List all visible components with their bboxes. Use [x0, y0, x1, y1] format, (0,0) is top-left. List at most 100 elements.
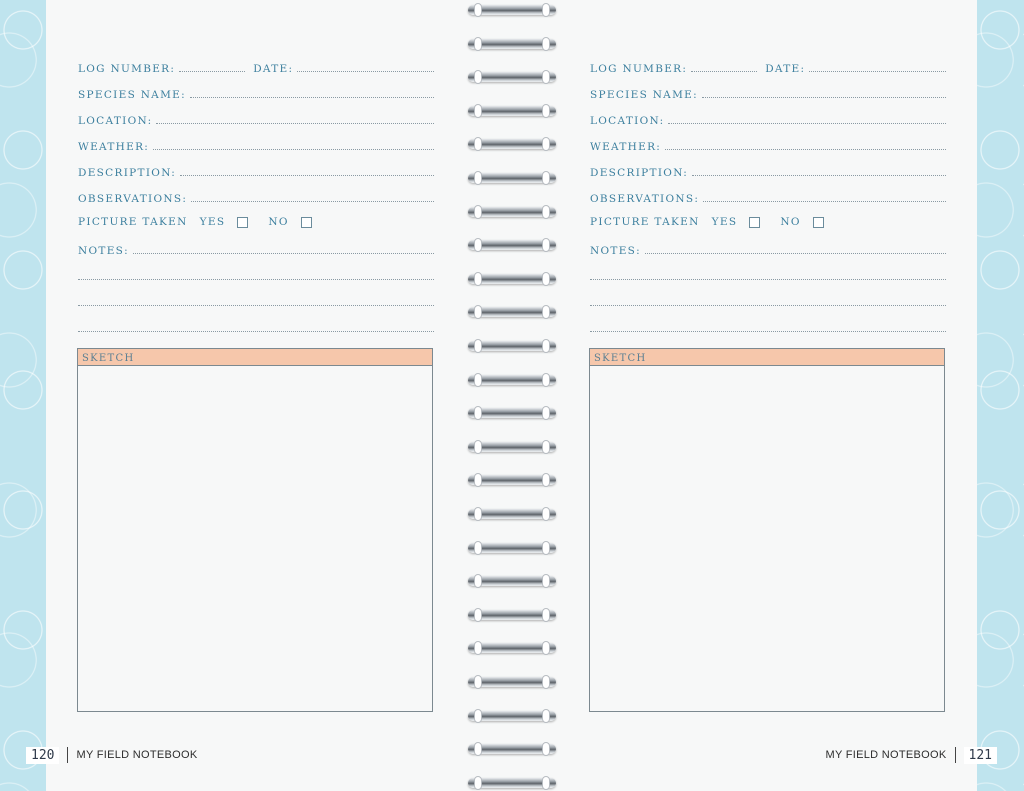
species-name-label: SPECIES NAME:	[590, 88, 698, 101]
sketch-header: SKETCH	[78, 349, 432, 366]
log-number-date-row: LOG NUMBER: DATE:	[78, 58, 434, 74]
yes-label: YES	[199, 215, 226, 228]
spiral-coil	[468, 338, 556, 354]
observations-label: OBSERVATIONS:	[590, 192, 700, 205]
observations-row: OBSERVATIONS:	[590, 188, 946, 204]
spiral-coil	[468, 405, 556, 421]
date-field[interactable]	[809, 71, 946, 72]
notes-line[interactable]	[590, 279, 946, 280]
sketch-box[interactable]: SKETCH	[589, 348, 945, 712]
spiral-coil	[468, 237, 556, 253]
page-number: 120	[26, 746, 60, 764]
notes-line[interactable]	[590, 305, 946, 306]
yes-label: YES	[711, 215, 738, 228]
notes-line[interactable]	[78, 305, 434, 306]
notes-row: NOTES:	[590, 240, 946, 256]
spiral-binding	[468, 0, 556, 791]
notes-field[interactable]	[133, 253, 434, 254]
spiral-coil	[468, 204, 556, 220]
sketch-header: SKETCH	[590, 349, 944, 366]
description-field[interactable]	[180, 175, 434, 176]
spiral-coil	[468, 103, 556, 119]
weather-field[interactable]	[153, 149, 434, 150]
footer-title: MY FIELD NOTEBOOK	[825, 749, 947, 761]
description-label: DESCRIPTION:	[590, 166, 689, 179]
sketch-box[interactable]: SKETCH	[77, 348, 433, 712]
footer-divider	[954, 747, 956, 763]
description-field[interactable]	[692, 175, 946, 176]
weather-row: WEATHER:	[590, 136, 946, 152]
notes-line[interactable]	[78, 331, 434, 332]
weather-field[interactable]	[665, 149, 946, 150]
page-footer: 120 MY FIELD NOTEBOOK	[26, 744, 198, 766]
spiral-coil	[468, 607, 556, 623]
no-label: NO	[780, 215, 801, 228]
yes-checkbox[interactable]	[237, 216, 249, 228]
log-number-date-row: LOG NUMBER: DATE:	[590, 58, 946, 74]
no-label: NO	[268, 215, 289, 228]
location-row: LOCATION:	[590, 110, 946, 126]
spiral-coil	[468, 775, 556, 791]
spiral-coil	[468, 741, 556, 757]
log-number-label: LOG NUMBER:	[78, 62, 176, 75]
notes-row: NOTES:	[78, 240, 434, 256]
weather-label: WEATHER:	[590, 140, 662, 153]
picture-taken-label: PICTURE TAKEN	[78, 215, 188, 228]
left-decorative-border	[0, 0, 46, 791]
observations-field[interactable]	[191, 201, 434, 202]
sketch-label: SKETCH	[82, 353, 135, 364]
spiral-coil	[468, 472, 556, 488]
picture-taken-row: PICTURE TAKEN YES NO	[590, 214, 946, 230]
log-number-field[interactable]	[691, 71, 758, 72]
species-name-field[interactable]	[189, 97, 434, 98]
date-label: DATE:	[253, 62, 294, 75]
spiral-coil	[468, 2, 556, 18]
page-footer: MY FIELD NOTEBOOK 121	[825, 744, 997, 766]
description-row: DESCRIPTION:	[590, 162, 946, 178]
spiral-coil	[468, 372, 556, 388]
yes-checkbox[interactable]	[749, 216, 761, 228]
species-name-row: SPECIES NAME:	[590, 84, 946, 100]
spiral-coil	[468, 708, 556, 724]
spiral-coil	[468, 136, 556, 152]
observations-field[interactable]	[703, 201, 946, 202]
species-name-row: SPECIES NAME:	[78, 84, 434, 100]
location-field[interactable]	[668, 123, 946, 124]
spiral-coil	[468, 170, 556, 186]
spiral-coil	[468, 271, 556, 287]
weather-row: WEATHER:	[78, 136, 434, 152]
notes-field[interactable]	[645, 253, 946, 254]
footer-divider	[67, 747, 69, 763]
location-field[interactable]	[156, 123, 434, 124]
right-page: LOG NUMBER: DATE: SPECIES NAME: LOCATION…	[556, 0, 997, 791]
sketch-label: SKETCH	[594, 353, 647, 364]
notes-line[interactable]	[590, 331, 946, 332]
observations-row: OBSERVATIONS:	[78, 188, 434, 204]
location-row: LOCATION:	[78, 110, 434, 126]
spiral-coil	[468, 439, 556, 455]
weather-label: WEATHER:	[78, 140, 150, 153]
date-label: DATE:	[765, 62, 806, 75]
no-checkbox[interactable]	[812, 216, 824, 228]
location-label: LOCATION:	[590, 114, 665, 127]
picture-taken-label: PICTURE TAKEN	[590, 215, 700, 228]
description-label: DESCRIPTION:	[78, 166, 177, 179]
notes-line[interactable]	[78, 279, 434, 280]
page-number: 121	[963, 746, 997, 764]
spiral-coil	[468, 304, 556, 320]
date-field[interactable]	[297, 71, 434, 72]
spiral-coil	[468, 69, 556, 85]
log-number-field[interactable]	[179, 71, 246, 72]
spiral-coil	[468, 674, 556, 690]
description-row: DESCRIPTION:	[78, 162, 434, 178]
no-checkbox[interactable]	[300, 216, 312, 228]
spiral-coil	[468, 640, 556, 656]
species-name-field[interactable]	[701, 97, 946, 98]
right-decorative-border	[977, 0, 1024, 791]
location-label: LOCATION:	[78, 114, 153, 127]
notes-label: NOTES:	[590, 244, 641, 257]
footer-title: MY FIELD NOTEBOOK	[76, 749, 198, 761]
notes-label: NOTES:	[78, 244, 129, 257]
observations-label: OBSERVATIONS:	[78, 192, 188, 205]
spiral-coil	[468, 36, 556, 52]
